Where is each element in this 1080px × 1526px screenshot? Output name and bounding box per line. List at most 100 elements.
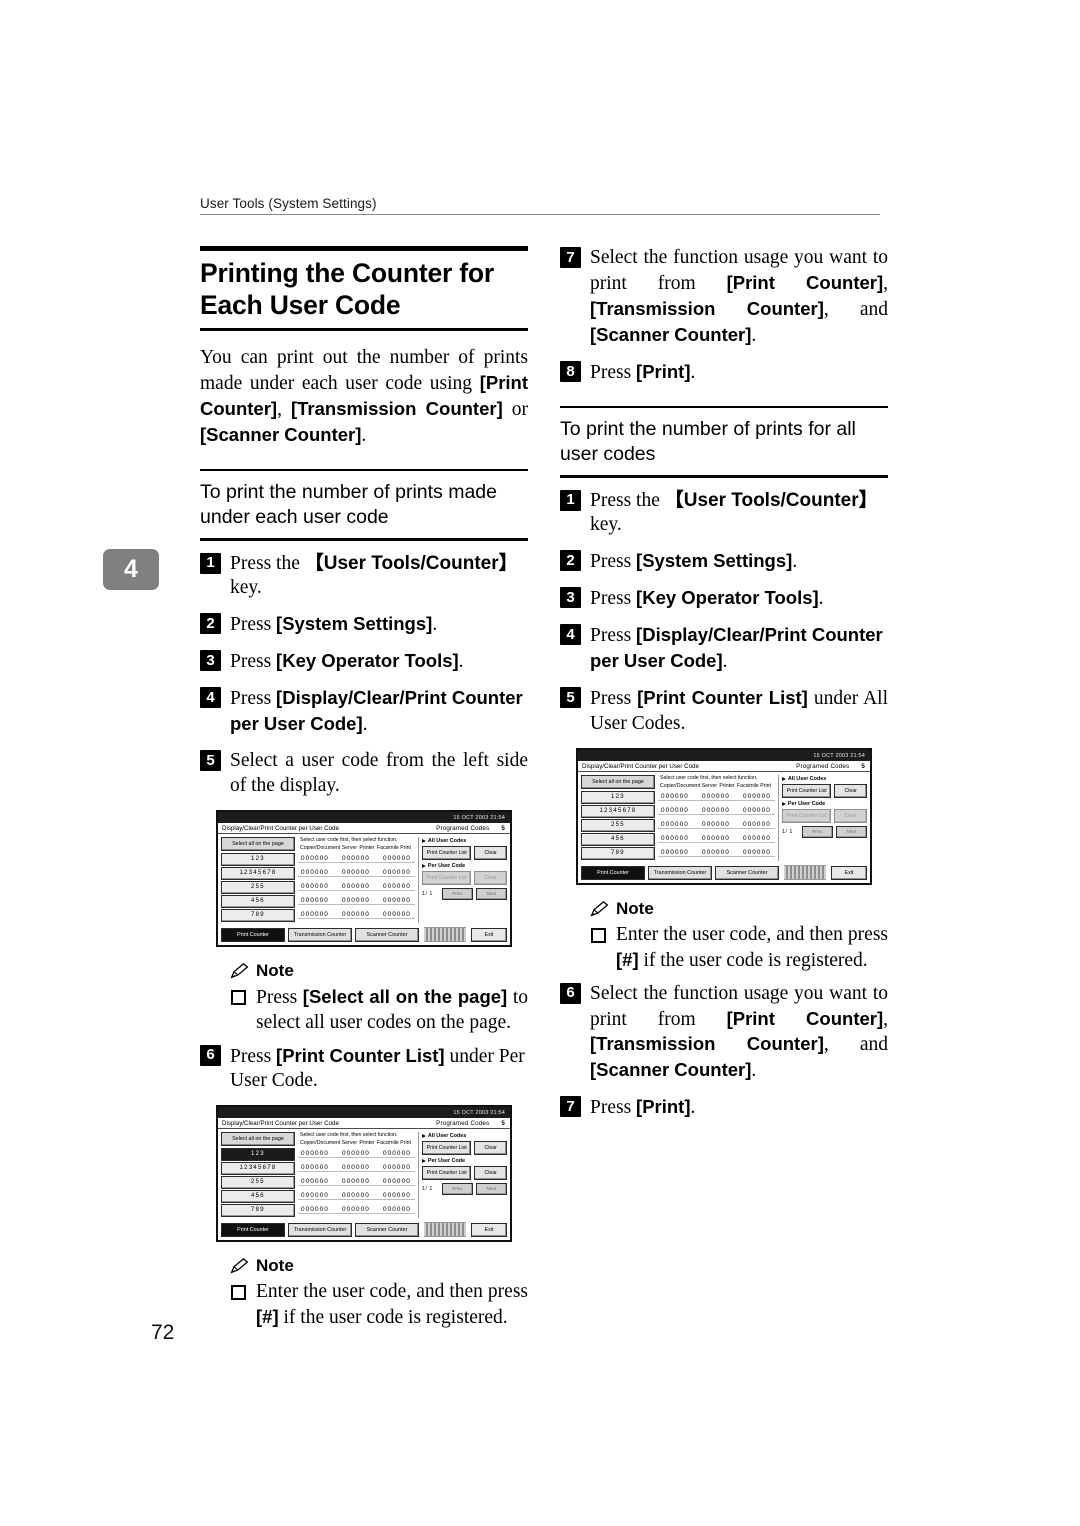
lcd-per-clear-button[interactable]: Clear [834, 809, 867, 824]
lcd-user-code-button[interactable]: 255 [221, 1175, 295, 1189]
lcd-tab-scanner-counter[interactable]: Scanner Counter [715, 865, 779, 880]
intro-end: . [361, 424, 367, 446]
lcd-exit-button[interactable]: Exit [471, 1222, 507, 1237]
lcd-tab-scanner-counter[interactable]: Scanner Counter [355, 1222, 419, 1237]
step-sep-1: , [883, 272, 889, 294]
lcd-all-clear-button[interactable]: Clear [474, 1141, 507, 1156]
step-text-post: . [818, 588, 824, 610]
running-header-text: User Tools (System Settings) [200, 196, 377, 211]
left-step-5: 5 Select a user code from the left side o… [200, 749, 528, 799]
lcd-user-code-button[interactable]: 456 [221, 1189, 295, 1203]
lcd-user-code-button[interactable]: 456 [581, 832, 655, 846]
lcd-count-copier: 000000 [661, 807, 689, 815]
lcd-user-code-button[interactable]: 255 [221, 880, 295, 894]
section-title-block: Printing the Counter for Each User Code [200, 246, 528, 332]
lcd-select-all-button[interactable]: Select all on the page [221, 1132, 295, 1147]
lcd-tab-transmission-counter[interactable]: Transmission Counter [648, 865, 712, 880]
lcd-user-code-button[interactable]: 789 [221, 1203, 295, 1217]
lcd-user-code-button[interactable]: 12345678 [221, 1161, 295, 1175]
running-header-rule [200, 214, 880, 215]
lcd-per-clear-button[interactable]: Clear [474, 1166, 507, 1181]
lcd-count-fax: 000000 [382, 855, 411, 863]
lcd-all-buttons: Print Counter List Clear [421, 1141, 507, 1156]
lcd-user-code-button[interactable]: 456 [221, 894, 295, 908]
lcd-per-print-counter-list-button[interactable]: Print Counter List [781, 809, 832, 824]
lcd-per-buttons: Print Counter List Clear [421, 871, 507, 886]
lcd-tab-print-counter[interactable]: Print Counter [221, 1222, 285, 1237]
lcd-all-clear-button[interactable]: Clear [474, 846, 507, 861]
lcd-user-code-button[interactable]: 123 [581, 790, 655, 804]
left-note-1: Note Press [Select all on the page] to s… [230, 961, 528, 1036]
step-sep-2: , and [823, 1034, 889, 1056]
lcd-tab-print-counter[interactable]: Print Counter [581, 865, 645, 880]
lcd-user-code-button[interactable]: 255 [581, 818, 655, 832]
lcd-user-code-button[interactable]: 123 [221, 852, 295, 866]
lcd-count-copier: 000000 [301, 911, 329, 919]
lcd-exit-button[interactable]: Exit [471, 927, 507, 942]
lcd-all-print-counter-list-button[interactable]: Print Counter List [781, 784, 832, 799]
step-number: 6 [200, 1044, 221, 1066]
lcd-col-copier: Copier/Document Server [300, 1140, 358, 1147]
lcd-page-indicator: 1/ 1 [421, 891, 433, 898]
lcd-prev-button[interactable]: Prev. [441, 888, 473, 901]
lcd-count-copier: 000000 [301, 1164, 329, 1172]
lcd-tab-transmission-counter[interactable]: Transmission Counter [288, 927, 352, 942]
lcd-per-print-counter-list-button[interactable]: Print Counter List [421, 1166, 472, 1181]
lcd-hint-row: Select all on the page Select user code … [221, 837, 415, 852]
lcd-counts: 000000 000000 000000 [658, 821, 775, 830]
step-number: 7 [560, 1096, 581, 1118]
lcd-programmed-codes: Programed Codes 5 [436, 1120, 505, 1127]
step-number: 8 [560, 360, 581, 382]
lcd-count-printer: 000000 [341, 883, 370, 891]
lcd-all-print-counter-list-button[interactable]: Print Counter List [421, 1141, 472, 1156]
lcd-user-code-button-selected[interactable]: 123 [221, 1147, 295, 1161]
right-subheading-rule-bottom [560, 475, 888, 478]
lcd-per-buttons: Print Counter List Clear [421, 1166, 507, 1181]
lcd-user-code-button[interactable]: 789 [221, 908, 295, 922]
triangle-icon [781, 777, 786, 782]
lcd-hint-line: Select user code first, then select func… [300, 837, 398, 844]
intro-bold-transmission-counter: [Transmission Counter] [290, 397, 503, 419]
lcd-right-pane: All User Codes Print Counter List Clear … [417, 1132, 508, 1218]
lcd-tab-bar: Print Counter Transmission Counter Scann… [578, 863, 870, 883]
lcd-per-print-counter-list-button[interactable]: Print Counter List [421, 871, 472, 886]
lcd-all-clear-button[interactable]: Clear [834, 784, 867, 799]
running-header: User Tools (System Settings) [200, 196, 880, 215]
note-text-pre: Enter the user code, and then press [256, 1280, 528, 1302]
lcd-all-buttons: Print Counter List Clear [421, 846, 507, 861]
lcd-programmed-codes-label: Programed Codes [796, 763, 850, 771]
lcd-counts: 000000 000000 000000 [298, 1206, 415, 1215]
step-number: 4 [200, 687, 221, 709]
step-number: 7 [560, 247, 581, 268]
lcd-left-pane: Select all on the page Select user code … [221, 837, 415, 923]
lcd-counts: 000000 000000 000000 [298, 883, 415, 892]
lcd-right-pane: All User Codes Print Counter List Clear … [417, 837, 508, 923]
lcd-count-copier: 000000 [301, 883, 329, 891]
lcd-left-pane: Select all on the page Select user code … [221, 1132, 415, 1218]
lcd-user-code-button[interactable]: 12345678 [581, 804, 655, 818]
lcd-tab-scanner-counter[interactable]: Scanner Counter [355, 927, 419, 942]
lcd-row: 789 000000 000000 000000 [221, 1203, 415, 1217]
step-number: 5 [200, 750, 221, 772]
lcd-body: Select all on the page Select user code … [218, 1129, 510, 1220]
lcd-next-button[interactable]: Next [835, 826, 868, 839]
lcd-per-clear-button[interactable]: Clear [474, 871, 507, 886]
page-number: 72 [151, 1321, 175, 1344]
lcd-next-button[interactable]: Next [475, 1183, 508, 1196]
lcd-prev-button[interactable]: Prev. [801, 826, 833, 839]
lcd-tab-print-counter[interactable]: Print Counter [221, 927, 285, 942]
lcd-prev-button[interactable]: Prev. [441, 1183, 473, 1196]
lcd-next-button[interactable]: Next [475, 888, 508, 901]
note-label: Note [616, 898, 654, 918]
lcd-all-print-counter-list-button[interactable]: Print Counter List [421, 846, 472, 861]
lcd-user-code-button[interactable]: 789 [581, 846, 655, 860]
lcd-select-all-button[interactable]: Select all on the page [581, 775, 655, 790]
lcd-tab-transmission-counter[interactable]: Transmission Counter [288, 1222, 352, 1237]
step-text-end: . [751, 1060, 757, 1082]
right-step-5: 5 Press [Print Counter List] under All Us… [560, 686, 888, 737]
lcd-tab-bar: Print Counter Transmission Counter Scann… [218, 925, 510, 945]
lcd-count-fax: 000000 [382, 897, 411, 905]
lcd-exit-button[interactable]: Exit [831, 865, 867, 880]
lcd-user-code-button[interactable]: 12345678 [221, 866, 295, 880]
lcd-select-all-button[interactable]: Select all on the page [221, 837, 295, 852]
